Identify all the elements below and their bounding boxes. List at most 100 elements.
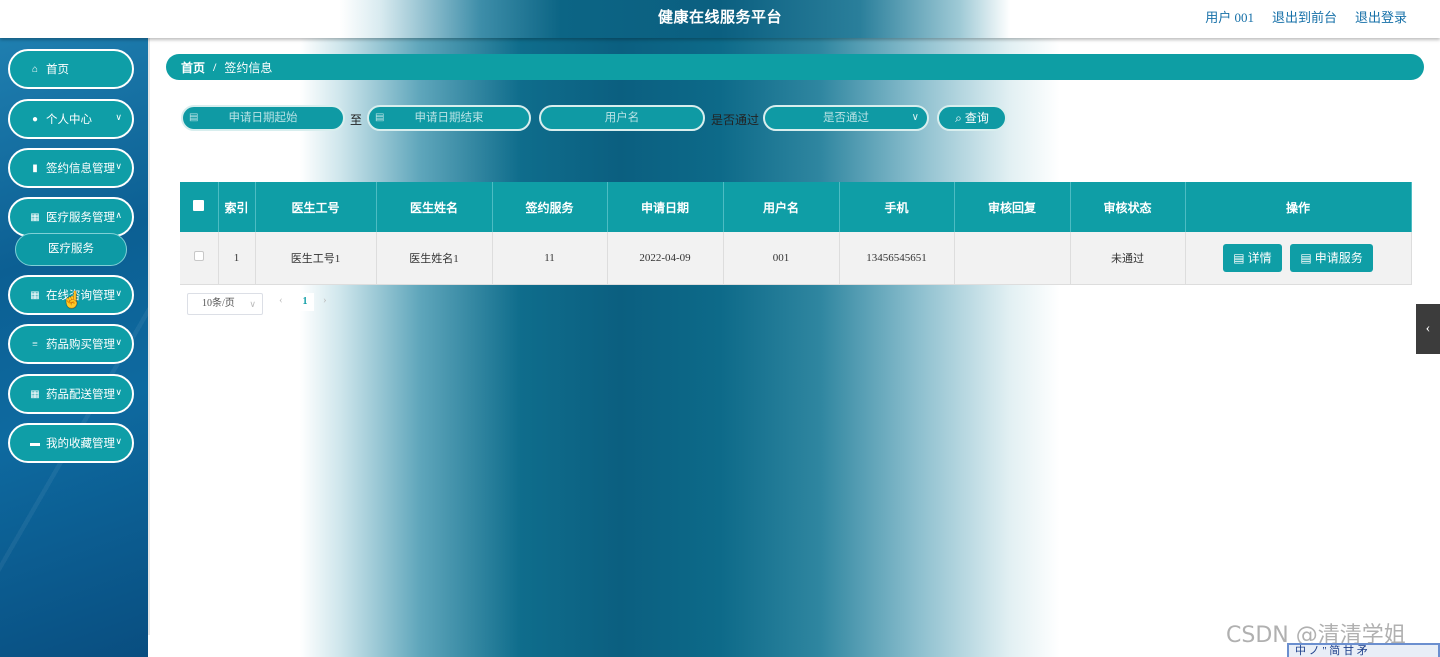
col-doctor-id: 医生工号 — [255, 182, 377, 232]
chevron-down-icon: ∨ — [115, 112, 122, 122]
sidebar-item-personal-center[interactable]: ● 个人中心 ∨ — [8, 99, 134, 139]
top-links: 用户 001 退出到前台 退出登录 — [1205, 7, 1407, 26]
chevron-up-icon: ∧ — [115, 210, 122, 220]
pass-select[interactable]: 是否通过 ∨ — [763, 105, 929, 131]
select-all-header — [180, 182, 219, 232]
cell-actions: ▤ 详情 ▤ 申请服务 — [1185, 232, 1412, 285]
pass-label: 是否通过 — [711, 113, 760, 127]
sidebar-divider — [148, 38, 150, 635]
breadcrumb: 首页 / 签约信息 — [166, 54, 1424, 80]
date-end-input[interactable]: ▤ 申请日期结束 — [367, 105, 531, 131]
back-to-front-link[interactable]: 退出到前台 — [1272, 7, 1337, 26]
monitor-icon: ▬ — [30, 437, 40, 449]
sidebar-item-label: 首页 — [46, 64, 69, 76]
cell-doctor-id: 医生工号1 — [255, 232, 377, 285]
ime-toolbar-text: 中 ノ '' 简 甘 矛 — [1295, 645, 1368, 657]
detail-button[interactable]: ▤ 详情 — [1223, 243, 1282, 272]
cell-service: 11 — [492, 232, 608, 285]
col-phone: 手机 — [839, 182, 955, 232]
calendar-icon: ▤ — [375, 112, 385, 123]
ime-toolbar[interactable]: 中 ノ '' 简 甘 矛 — [1287, 643, 1440, 657]
chevron-down-icon: ∨ — [115, 436, 122, 446]
chevron-down-icon: ∨ — [115, 337, 122, 347]
cell-phone: 13456545651 — [839, 232, 955, 285]
chevron-left-icon: ‹ — [1425, 321, 1431, 336]
sidebar-item-label: 签约信息管理 — [46, 163, 115, 175]
username-input[interactable]: 用户名 — [539, 105, 705, 131]
sidebar-item-contract-management[interactable]: ▮ 签约信息管理 ∨ — [8, 148, 134, 188]
page-number-current[interactable]: 1 — [296, 293, 314, 311]
col-status: 审核状态 — [1070, 182, 1186, 232]
row-checkbox[interactable] — [193, 251, 204, 262]
chevron-down-icon: ∨ — [115, 387, 122, 397]
home-icon: ⌂ — [31, 63, 38, 75]
chevron-down-icon: ∨ — [249, 299, 256, 309]
col-index: 索引 — [218, 182, 256, 232]
cell-date: 2022-04-09 — [607, 232, 724, 285]
next-page-icon[interactable]: › — [323, 294, 327, 306]
contract-table: 索引 医生工号 医生姓名 签约服务 申请日期 用户名 手机 审核回复 审核状态 … — [180, 182, 1412, 285]
submenu-item-medical-service[interactable]: 医疗服务 — [15, 233, 127, 266]
bar-chart-icon: ▮ — [32, 162, 38, 174]
sidebar-item-label: 药品配送管理 — [46, 389, 115, 401]
cell-index: 1 — [218, 232, 256, 285]
apply-service-button-label: 申请服务 — [1314, 250, 1363, 265]
table-header-row: 索引 医生工号 医生姓名 签约服务 申请日期 用户名 手机 审核回复 审核状态 … — [180, 182, 1412, 232]
page-size-value: 10条/页 — [202, 298, 235, 309]
chevron-down-icon: ∨ — [115, 288, 122, 298]
sidebar-item-label: 个人中心 — [46, 114, 92, 126]
col-actions: 操作 — [1185, 182, 1412, 232]
sidebar-item-label: 药品购买管理 — [46, 339, 115, 351]
prev-page-icon[interactable]: ‹ — [279, 294, 283, 306]
sidebar-item-label: 医疗服务管理 — [46, 212, 115, 224]
sidebar-item-medical-service-management[interactable]: ▦ 医疗服务管理 ∧ — [8, 197, 134, 237]
pass-placeholder: 是否通过 — [823, 112, 869, 124]
cell-status: 未通过 — [1070, 232, 1186, 285]
grid-icon: ▦ — [30, 388, 40, 400]
cell-reply — [954, 232, 1071, 285]
cell-doctor-name: 医生姓名1 — [376, 232, 493, 285]
date-start-placeholder: 申请日期起始 — [228, 112, 298, 124]
col-date: 申请日期 — [607, 182, 724, 232]
breadcrumb-home[interactable]: 首页 — [181, 59, 205, 76]
sidebar-item-drug-delivery-management[interactable]: ▦ 药品配送管理 ∨ — [8, 374, 134, 414]
search-button-label: 查询 — [964, 111, 989, 125]
username-placeholder: 用户名 — [604, 112, 640, 124]
document-icon: ▤ — [1300, 250, 1312, 265]
chevron-down-icon: ∨ — [115, 161, 122, 171]
col-service: 签约服务 — [492, 182, 608, 232]
select-all-checkbox[interactable] — [193, 199, 205, 211]
user-label[interactable]: 用户 001 — [1205, 7, 1254, 26]
date-end-placeholder: 申请日期结束 — [414, 112, 484, 124]
col-reply: 审核回复 — [954, 182, 1071, 232]
calendar-icon: ▤ — [189, 112, 199, 123]
search-icon: ⌕ — [955, 111, 962, 125]
apply-service-button[interactable]: ▤ 申请服务 — [1290, 243, 1373, 272]
grid-icon: ▦ — [30, 289, 40, 301]
to-label: 至 — [350, 113, 363, 127]
hand-cursor-icon: ☝ — [62, 292, 82, 309]
document-icon: ▤ — [1233, 250, 1245, 265]
chevron-down-icon: ∨ — [911, 112, 919, 123]
cell-username: 001 — [723, 232, 840, 285]
collapse-panel-toggle[interactable]: ‹ — [1416, 304, 1440, 354]
user-icon: ● — [31, 113, 39, 125]
date-start-input[interactable]: ▤ 申请日期起始 — [181, 105, 345, 131]
list-icon: ≡ — [32, 338, 38, 350]
breadcrumb-separator: / — [213, 59, 217, 74]
logout-link[interactable]: 退出登录 — [1355, 7, 1407, 26]
grid-icon: ▦ — [30, 211, 40, 223]
breadcrumb-current: 签约信息 — [224, 60, 273, 75]
sidebar-item-drug-purchase-management[interactable]: ≡ 药品购买管理 ∨ — [8, 324, 134, 364]
page-size-select[interactable]: 10条/页 ∨ — [187, 293, 263, 315]
sidebar-item-label: 我的收藏管理 — [46, 438, 115, 450]
row-select-cell — [180, 232, 219, 285]
search-button[interactable]: ⌕ 查询 — [937, 105, 1007, 131]
detail-button-label: 详情 — [1247, 250, 1272, 265]
sidebar-item-favorites-management[interactable]: ▬ 我的收藏管理 ∨ — [8, 423, 134, 463]
col-username: 用户名 — [723, 182, 840, 232]
col-doctor-name: 医生姓名 — [376, 182, 493, 232]
top-bar: 健康在线服务平台 用户 001 退出到前台 退出登录 — [0, 0, 1440, 38]
sidebar-item-home[interactable]: ⌂ 首页 — [8, 49, 134, 89]
table-row: 1 医生工号1 医生姓名1 11 2022-04-09 001 13456545… — [180, 232, 1412, 285]
